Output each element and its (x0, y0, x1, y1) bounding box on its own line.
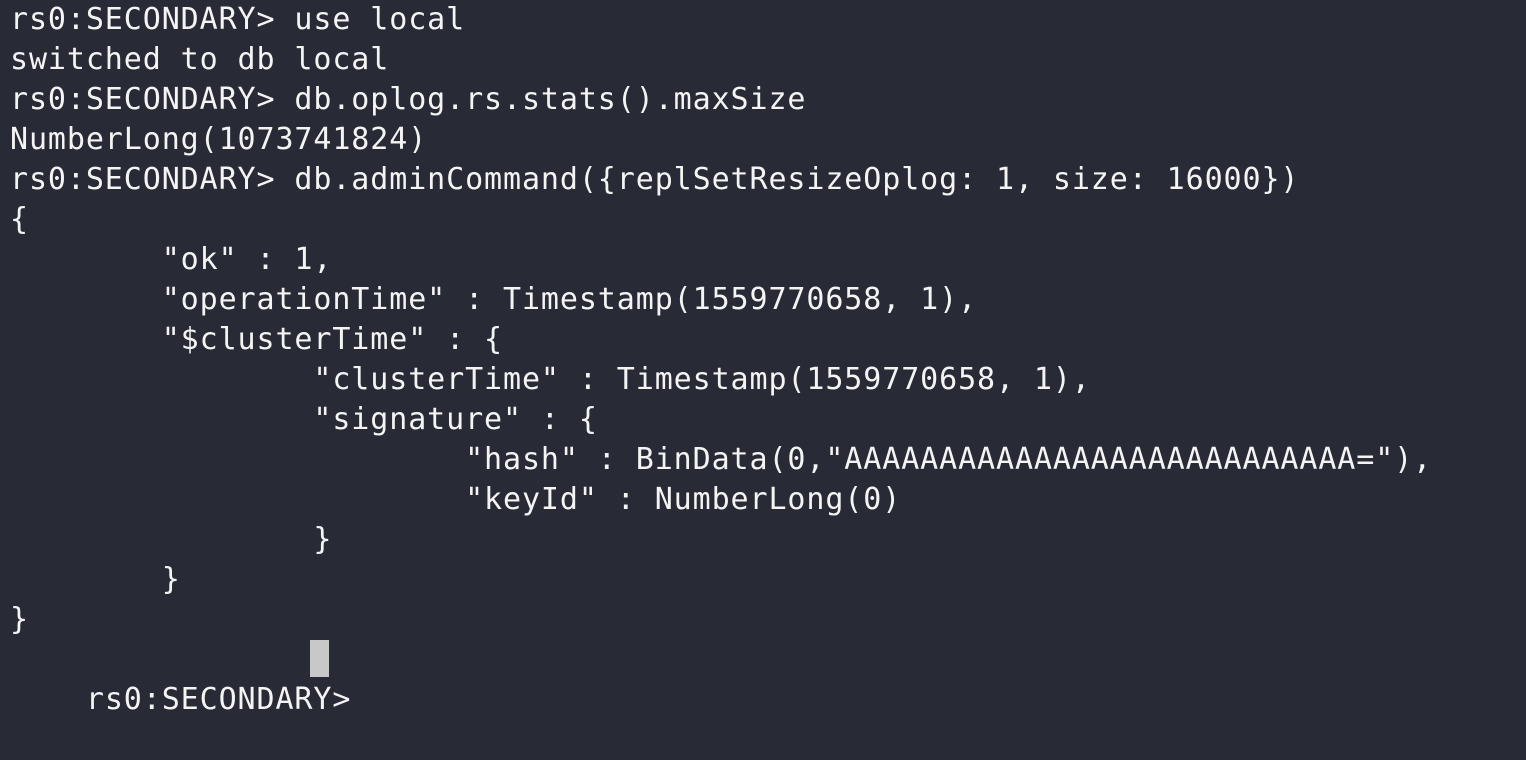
shell-prompt: rs0:SECONDARY> (85, 682, 371, 717)
terminal-line: "ok" : 1, (10, 242, 333, 277)
terminal-line: { (10, 202, 29, 237)
terminal-line: "hash" : BinData(0,"AAAAAAAAAAAAAAAAAAAA… (10, 442, 1433, 477)
terminal-line: "clusterTime" : Timestamp(1559770658, 1)… (10, 362, 1091, 397)
terminal-line: NumberLong(1073741824) (10, 122, 428, 157)
terminal-line: rs0:SECONDARY> db.oplog.rs.stats().maxSi… (10, 82, 807, 117)
terminal-line: "operationTime" : Timestamp(1559770658, … (10, 282, 978, 317)
terminal-line: switched to db local (10, 42, 390, 77)
terminal-line: "$clusterTime" : { (10, 322, 503, 357)
text-cursor (310, 640, 329, 677)
terminal-line: } (10, 562, 181, 597)
terminal-line: } (10, 602, 29, 637)
terminal-line: } (10, 522, 333, 557)
terminal-line: rs0:SECONDARY> use local (10, 2, 466, 37)
terminal-line: "signature" : { (10, 402, 598, 437)
terminal-line: rs0:SECONDARY> db.adminCommand({replSetR… (10, 162, 1300, 197)
terminal-window[interactable]: rs0:SECONDARY> use local switched to db … (0, 0, 1526, 717)
terminal-line: "keyId" : NumberLong(0) (10, 482, 902, 517)
